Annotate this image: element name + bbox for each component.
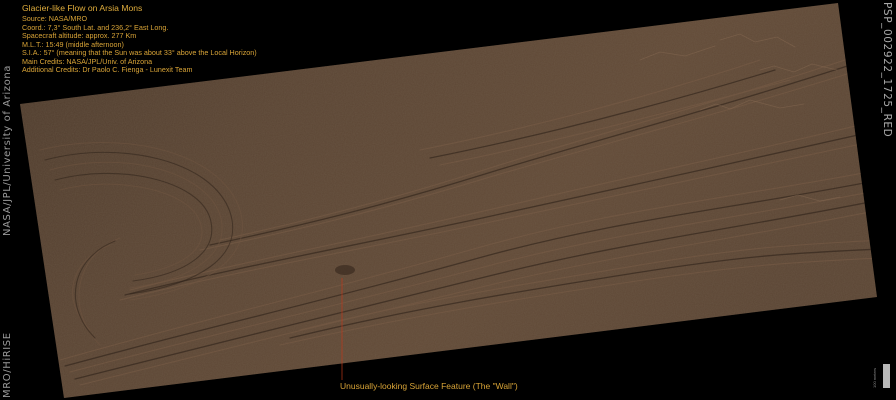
scale-bar-label: 100 meters <box>872 367 877 388</box>
annotation-label: Unusually-looking Surface Feature (The "… <box>340 381 518 391</box>
image-id-label: PSP_002922_1725_RED <box>881 2 893 138</box>
scale-bar <box>883 364 890 388</box>
caption-additional-credits: Additional Credits: Dr Paolo C. Fienga -… <box>22 65 193 74</box>
left-mission-label: MRO/HiRISE <box>2 332 13 398</box>
wall-feature <box>335 265 355 275</box>
caption-title: Glacier-like Flow on Arsia Mons <box>22 3 143 13</box>
left-credit-label: NASA/JPL/University of Arizona <box>2 65 13 236</box>
